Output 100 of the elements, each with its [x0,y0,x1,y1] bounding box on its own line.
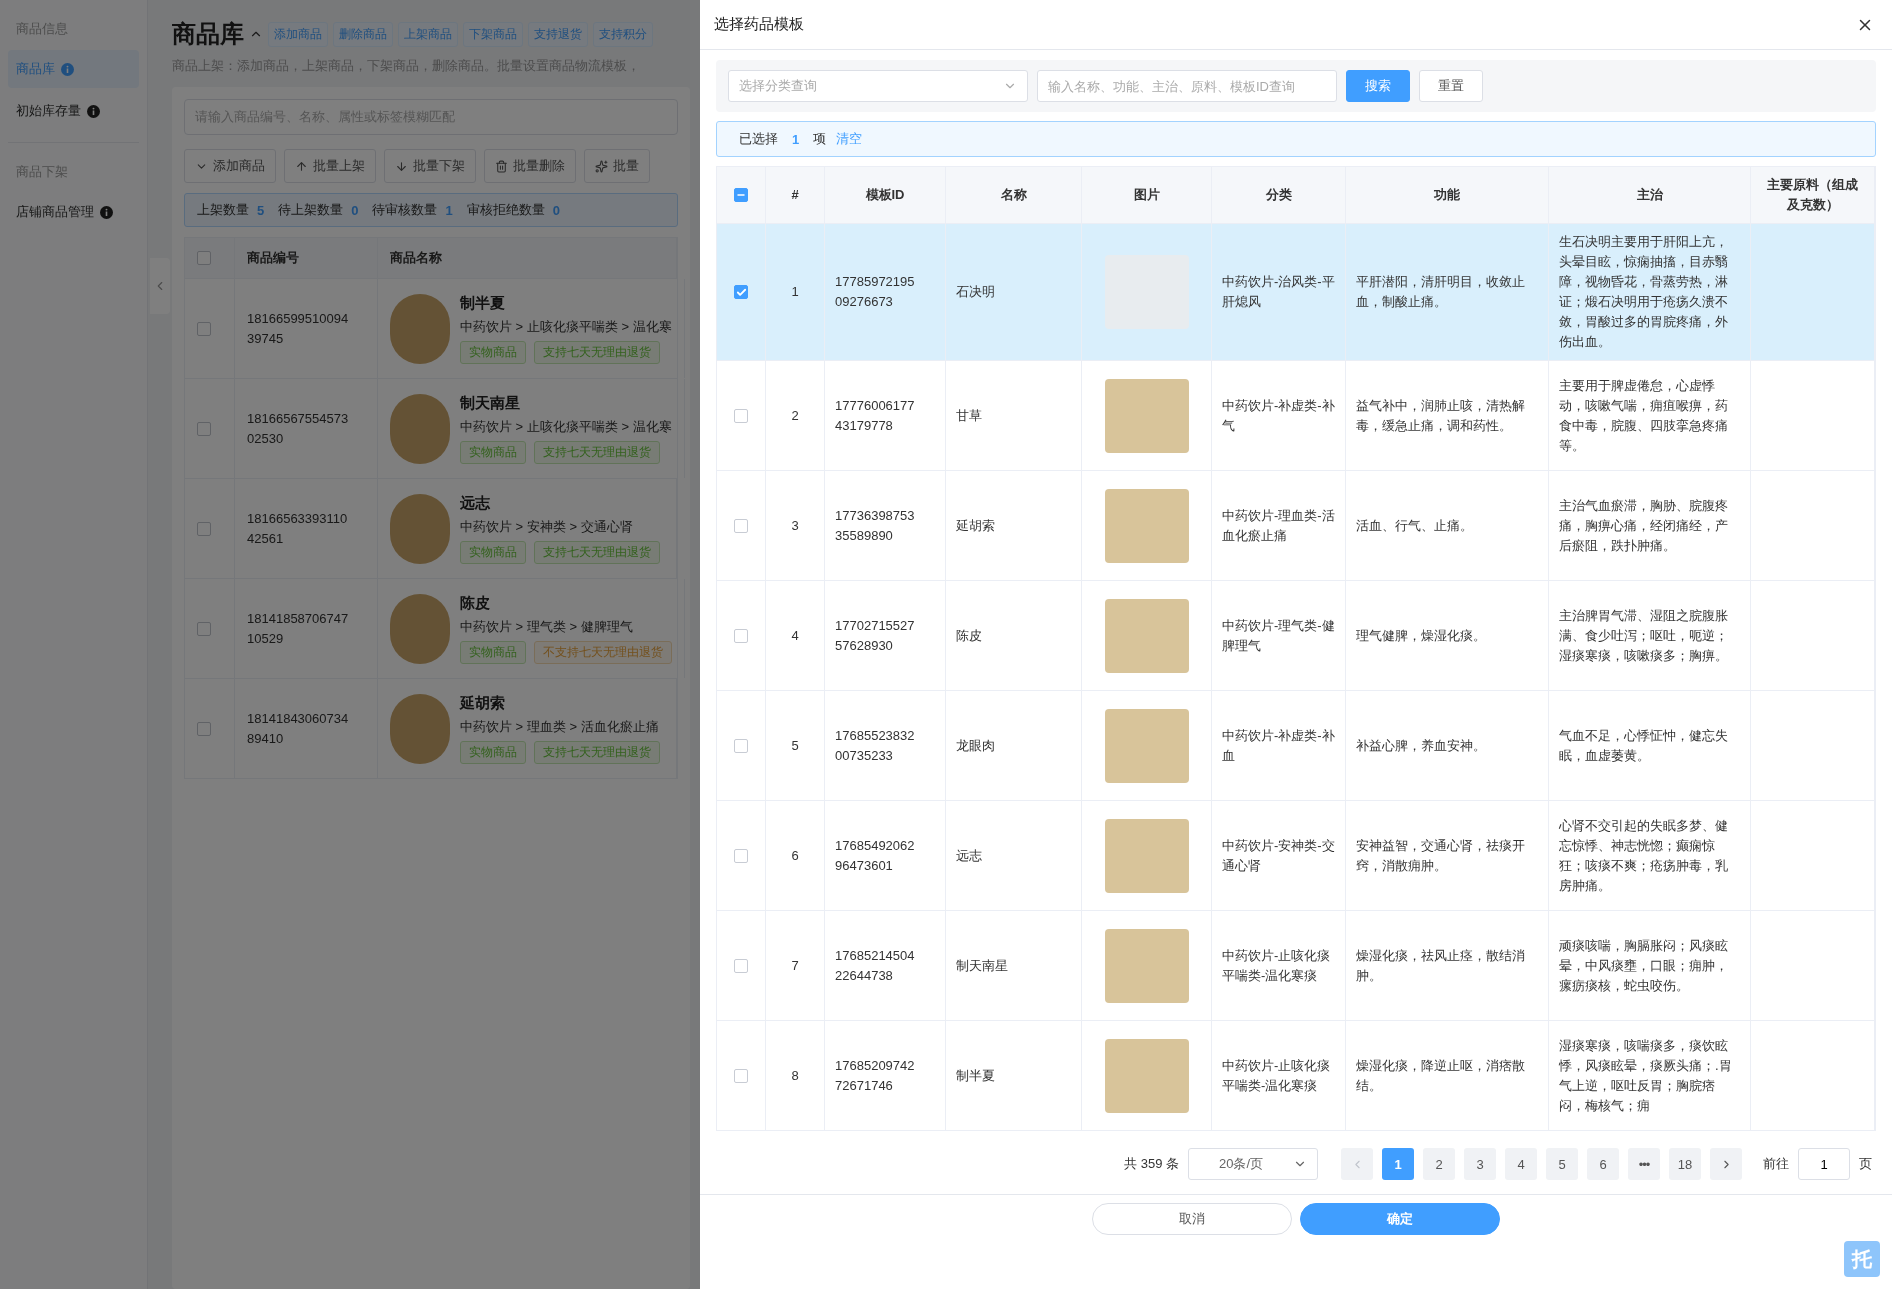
page-input[interactable]: 1 [1798,1148,1850,1180]
search-field[interactable]: 输入名称、功能、主治、原料、模板ID查询 [1037,70,1337,102]
table-cell-text: 中药饮片-补虚类-补气 [1222,396,1335,435]
table-cell-text: 1768549206296473601 [835,836,916,875]
status-tag: 实物商品 [460,340,526,364]
product-number: 1816659951009439745 [247,309,350,348]
selection-label: 已选择 [739,130,778,148]
collapse-handle[interactable] [150,258,170,314]
more-pages-button[interactable]: ••• [1628,1148,1660,1180]
page-button[interactable]: 2 [1423,1148,1455,1180]
table-cell-text: 1768521450422644738 [835,946,916,985]
stat-label: 审核拒绝数量 [466,201,545,219]
table-row[interactable]: 1 1778597219509276673 石决明 中药饮片-治风类-平肝熄风 平肝潜阳，清肝明目，收敛止血，制酸止痛。 生石决明主要用于肝阳上亢，头晕目眩，惊痫抽搐，目赤翳障，视物昏花，骨蒸劳热，淋证；煅石决明用于疮疡久溃不敛，胃酸过多的胃脘疼痛，外伤出血。 [717,223,1875,360]
table-cell-text: 1 [791,283,799,301]
status-tag: 实物商品 [460,440,526,464]
sidebar-item[interactable]: 店铺商品管理 [8,193,139,231]
table-cell-text: 中药饮片-补虚类-补血 [1222,726,1335,765]
stat-value: 0 [351,202,359,218]
clear-link[interactable]: 清空 [836,130,863,148]
search-button[interactable]: 搜索 [1346,70,1410,102]
table-cell-text: 3 [791,516,799,535]
select-all-checkbox[interactable] [734,188,748,202]
table-cell-text: 甘草 [956,406,982,425]
table-cell-text: 顽痰咳喘，胸膈胀闷；风痰眩晕，中风痰壅，口眼；痈肿，瘰疬痰核，蛇虫咬伤。 [1559,936,1729,995]
table-cell-text: 制天南星 [956,956,1008,975]
checkbox[interactable] [197,251,211,265]
table-cell-text: 制半夏 [956,1066,995,1085]
selection-unit: 项 [813,130,827,148]
photo-placeholder [390,293,450,364]
table-cell-text: 气血不足，心悸怔忡，健忘失眠，血虚萎黄。 [1559,726,1729,765]
sparkle-icon [595,159,608,173]
toolbar-button[interactable]: 批量上架 [284,149,376,183]
status-tag: 实物商品 [460,640,526,664]
table-row[interactable]: 2 1777600617743179778 甘草 中药饮片-补虚类-补气 益气补中，润肺止咳，清热解毒，缓急止痛，调和药性。 主要用于脾虚倦怠，心虚悸动，咳嗽气喘，痈疽喉痹，药食中毒，脘腹、四肢挛急疼痛等。 [717,360,1875,470]
row-checkbox[interactable] [734,285,748,299]
table-cell-text: 1773639875335589890 [835,506,916,545]
page-title: 商品库 [172,19,244,49]
page-button[interactable]: 5 [1546,1148,1578,1180]
category-select[interactable]: 选择分类查询 [728,70,1028,102]
page-button[interactable]: 4 [1505,1148,1537,1180]
column-header: 名称 [1000,186,1027,204]
page-button[interactable]: 1 [1382,1148,1414,1180]
checkbox[interactable] [197,521,211,536]
table-row[interactable]: 6 1768549206296473601 远志 中药饮片-安神类-交通心肾 安神益智，交通心肾，祛痰开窍，消散痈肿。 心肾不交引起的失眠多梦、健忘惊悸、神志恍惚；癫痫惊狂；咳痰不爽；疮疡肿毒，乳房肿痛。 [717,800,1875,910]
checkbox[interactable] [197,421,211,436]
sidebar-item[interactable]: 初始库存量 [8,92,139,130]
cancel-button[interactable]: 取消 [1092,1203,1292,1235]
status-tag: 支持七天无理由退货 [534,440,660,464]
table-cell-text: 1777600617743179778 [835,396,916,435]
photo-placeholder [390,493,450,564]
table-cell-text: 石决明 [956,283,995,301]
product-category: 中药饮片 > 理气类 > 健脾理气 [460,617,634,636]
column-header: # [791,186,799,204]
product-category: 中药饮片 > 止咳化痰平喘类 > 温化寒 [460,417,672,436]
table-cell-text: 5 [791,736,799,755]
table-row[interactable]: 3 1773639875335589890 延胡索 中药饮片-理血类-活血化瘀止痛 活血、行气、止痛。 主治气血瘀滞，胸胁、脘腹疼痛，胸痹心痛，经闭痛经，产后瘀阻，跌扑肿痛。 [717,470,1875,580]
row-checkbox[interactable] [734,848,748,863]
arrow-up-icon [295,159,308,173]
table-cell-text: 1768520974272671746 [835,1056,916,1095]
table-row[interactable]: 8 1768520974272671746 制半夏 中药饮片-止咳化痰平喘类-温化寒痰 燥湿化痰，降逆止呕，消痞散结。 湿痰寒痰，咳喘痰多，痰饮眩悸，风痰眩晕，痰厥头痛；.胃气上逆，呕吐反胃；胸脘痞闷，梅核气；痈 [717,1020,1875,1130]
column-header: 商品编号 [247,249,299,267]
table-cell-text: 安神益智，交通心肾，祛痰开窍，消散痈肿。 [1356,836,1526,875]
row-checkbox[interactable] [734,408,748,423]
page-button[interactable]: 18 [1669,1148,1701,1180]
checkbox[interactable] [197,621,211,636]
arrow-down-icon [395,159,408,173]
toolbar-button[interactable]: 添加商品 [184,149,276,183]
table-cell-text: 2 [791,406,799,425]
table-cell-text: 平肝潜阳，清肝明目，收敛止血，制酸止痛。 [1356,273,1526,311]
table-cell-text: 生石决明主要用于肝阳上亢，头晕目眩，惊痫抽搐，目赤翳障，视物昏花，骨蒸劳热，淋证；煅石决明用于疮疡久溃不敛，胃酸过多的胃脘疼痛，外伤出血。 [1559,233,1729,351]
status-tag: 支持七天无理由退货 [534,740,660,764]
checkbox[interactable] [197,321,211,336]
table-cell-text: 理气健脾，燥湿化痰。 [1356,626,1486,645]
page-size-select[interactable]: 20条/页 [1188,1148,1318,1180]
page-button[interactable]: 6 [1587,1148,1619,1180]
photo-placeholder [390,593,450,664]
row-checkbox[interactable] [734,628,748,643]
product-name: 制半夏 [460,293,506,313]
row-checkbox[interactable] [734,958,748,973]
table-row[interactable]: 7 1768521450422644738 制天南星 中药饮片-止咳化痰平喘类-温化寒痰 燥湿化痰，祛风止痉，散结消肿。 顽痰咳喘，胸膈胀闷；风痰眩晕，中风痰壅，口眼；痈肿，瘰疬痰核，蛇虫咬伤。 [717,910,1875,1020]
status-tag: 支持七天无理由退货 [534,540,660,564]
checkbox[interactable] [197,721,211,736]
confirm-button[interactable]: 确定 [1300,1203,1500,1235]
reset-button[interactable]: 重置 [1419,70,1483,102]
toolbar-button[interactable]: 批量删除 [484,149,576,183]
status-tag: 实物商品 [460,540,526,564]
product-name: 延胡索 [460,693,506,713]
table-row[interactable]: 4 1770271552757628930 陈皮 中药饮片-理气类-健脾理气 理气健脾，燥湿化痰。 主治脾胃气滞、湿阻之脘腹胀满、食少吐泻；呕吐，呃逆；湿痰寒痰，咳嗽痰多；胸痹。 [717,580,1875,690]
page-button[interactable]: 3 [1464,1148,1496,1180]
next-page-button[interactable] [1710,1148,1742,1180]
product-number: 1814185870674710529 [247,609,350,648]
table-row[interactable]: 5 1768552383200735233 龙眼肉 中药饮片-补虚类-补血 补益心脾，养血安神。 气血不足，心悸怔忡，健忘失眠，血虚萎黄。 [717,690,1875,800]
row-checkbox[interactable] [734,738,748,753]
toolbar-button[interactable]: 批量 [584,149,650,183]
toolbar-button[interactable]: 批量下架 [384,149,476,183]
row-checkbox[interactable] [734,518,748,533]
table-cell-text: 远志 [956,846,982,865]
table-cell-text: 陈皮 [956,626,982,645]
row-checkbox[interactable] [734,1068,748,1083]
check-icon [735,286,747,298]
